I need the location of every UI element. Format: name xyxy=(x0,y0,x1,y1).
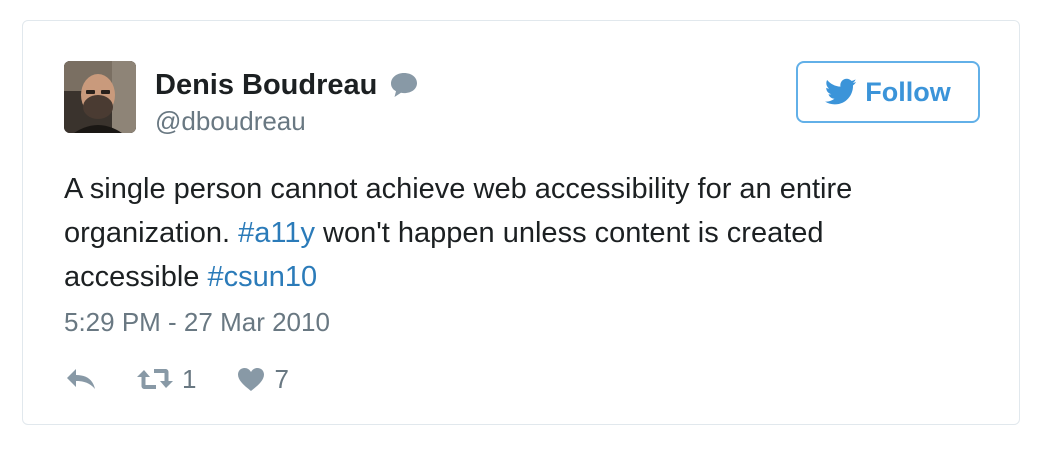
retweet-button[interactable]: 1 xyxy=(136,364,196,394)
retweet-count: 1 xyxy=(182,364,197,394)
timestamp[interactable]: 5:29 PM - 27 Mar 2010 xyxy=(64,306,330,338)
twitter-bird-icon xyxy=(825,78,857,106)
heart-icon xyxy=(236,366,266,392)
reply-icon xyxy=(64,366,98,392)
author-name[interactable]: Denis Boudreau xyxy=(155,67,419,103)
reply-button[interactable] xyxy=(64,366,98,392)
follow-button[interactable]: Follow xyxy=(796,61,980,123)
avatar-image xyxy=(64,61,136,133)
hashtag-csun10[interactable]: #csun10 xyxy=(207,261,317,293)
hashtag-a11y[interactable]: #a11y xyxy=(238,217,315,249)
avatar[interactable] xyxy=(64,61,136,133)
author-handle[interactable]: @dboudreau xyxy=(155,105,306,137)
tweet-actions: 1 7 xyxy=(64,361,289,397)
like-count: 7 xyxy=(274,364,289,394)
follow-label: Follow xyxy=(865,77,951,107)
like-button[interactable]: 7 xyxy=(236,364,289,394)
retweet-icon xyxy=(136,366,174,392)
author-name-text[interactable]: Denis Boudreau xyxy=(155,67,377,103)
chat-icon xyxy=(389,71,419,99)
tweet-card: Denis Boudreau @dboudreau Follow A singl… xyxy=(22,20,1020,425)
tweet-text: A single person cannot achieve web acces… xyxy=(64,167,964,299)
